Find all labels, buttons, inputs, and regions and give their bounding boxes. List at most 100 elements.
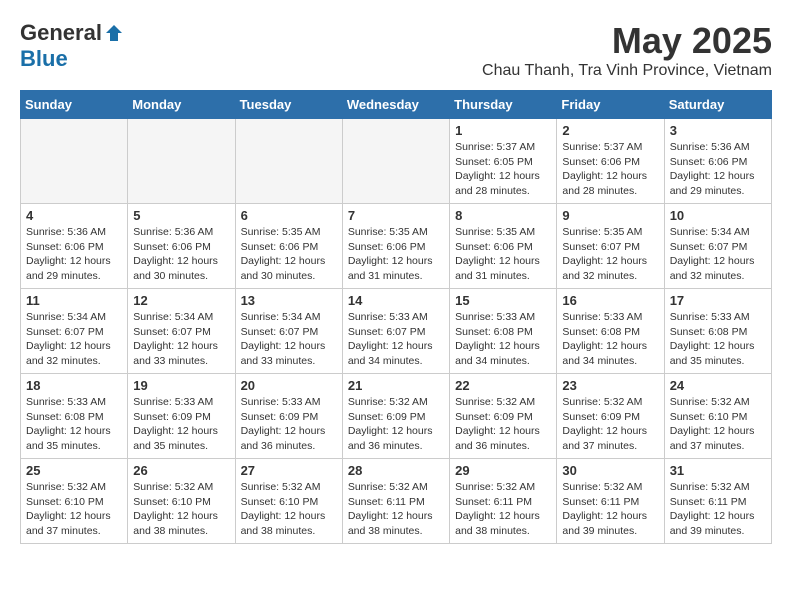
day-info: Sunrise: 5:32 AM Sunset: 6:09 PM Dayligh… bbox=[562, 395, 658, 454]
day-cell-5: 5 Sunrise: 5:36 AM Sunset: 6:06 PM Daylig… bbox=[128, 204, 235, 289]
day-info: Sunrise: 5:35 AM Sunset: 6:06 PM Dayligh… bbox=[348, 225, 444, 284]
day-cell-31: 31 Sunrise: 5:32 AM Sunset: 6:11 PM Dayli… bbox=[664, 459, 771, 544]
day-cell-17: 17 Sunrise: 5:33 AM Sunset: 6:08 PM Dayli… bbox=[664, 289, 771, 374]
day-info: Sunrise: 5:36 AM Sunset: 6:06 PM Dayligh… bbox=[133, 225, 229, 284]
day-number: 2 bbox=[562, 123, 658, 138]
day-cell-9: 9Sunrise: 5:35 AM Sunset: 6:07 PM Daylig… bbox=[557, 204, 664, 289]
day-number: 7 bbox=[348, 208, 444, 223]
week-row-1: 1 Sunrise: 5:37 AM Sunset: 6:05 PM Daylig… bbox=[21, 119, 772, 204]
day-info: Sunrise: 5:32 AM Sunset: 6:10 PM Dayligh… bbox=[133, 480, 229, 539]
day-info: Sunrise: 5:33 AM Sunset: 6:08 PM Dayligh… bbox=[670, 310, 766, 369]
week-row-5: 25 Sunrise: 5:32 AM Sunset: 6:10 PM Dayli… bbox=[21, 459, 772, 544]
page-header: General Blue May 2025 Chau Thanh, Tra Vi… bbox=[20, 20, 772, 80]
logo-blue-text: Blue bbox=[20, 46, 68, 72]
day-cell-18: 18Sunrise: 5:33 AM Sunset: 6:08 PM Dayli… bbox=[21, 374, 128, 459]
day-cell-13: 13 Sunrise: 5:34 AM Sunset: 6:07 PM Dayli… bbox=[235, 289, 342, 374]
day-info: Sunrise: 5:32 AM Sunset: 6:11 PM Dayligh… bbox=[562, 480, 658, 539]
empty-cell bbox=[235, 119, 342, 204]
day-info: Sunrise: 5:32 AM Sunset: 6:10 PM Dayligh… bbox=[241, 480, 337, 539]
header-saturday: Saturday bbox=[664, 91, 771, 119]
header-wednesday: Wednesday bbox=[342, 91, 449, 119]
day-number: 26 bbox=[133, 463, 229, 478]
day-info: Sunrise: 5:36 AM Sunset: 6:06 PM Dayligh… bbox=[26, 225, 122, 284]
day-info: Sunrise: 5:32 AM Sunset: 6:09 PM Dayligh… bbox=[348, 395, 444, 454]
day-number: 20 bbox=[241, 378, 337, 393]
day-cell-1: 1 Sunrise: 5:37 AM Sunset: 6:05 PM Daylig… bbox=[450, 119, 557, 204]
day-cell-14: 14Sunrise: 5:33 AM Sunset: 6:07 PM Dayli… bbox=[342, 289, 449, 374]
day-cell-22: 22 Sunrise: 5:32 AM Sunset: 6:09 PM Dayli… bbox=[450, 374, 557, 459]
day-number: 17 bbox=[670, 293, 766, 308]
day-cell-7: 7 Sunrise: 5:35 AM Sunset: 6:06 PM Daylig… bbox=[342, 204, 449, 289]
day-number: 29 bbox=[455, 463, 551, 478]
day-number: 23 bbox=[562, 378, 658, 393]
day-cell-23: 23 Sunrise: 5:32 AM Sunset: 6:09 PM Dayli… bbox=[557, 374, 664, 459]
day-number: 22 bbox=[455, 378, 551, 393]
day-info: Sunrise: 5:36 AM Sunset: 6:06 PM Dayligh… bbox=[670, 140, 766, 199]
day-cell-6: 6 Sunrise: 5:35 AM Sunset: 6:06 PM Daylig… bbox=[235, 204, 342, 289]
day-number: 15 bbox=[455, 293, 551, 308]
day-cell-24: 24Sunrise: 5:32 AM Sunset: 6:10 PM Dayli… bbox=[664, 374, 771, 459]
week-row-2: 4 Sunrise: 5:36 AM Sunset: 6:06 PM Daylig… bbox=[21, 204, 772, 289]
day-info: Sunrise: 5:34 AM Sunset: 6:07 PM Dayligh… bbox=[26, 310, 122, 369]
empty-cell bbox=[342, 119, 449, 204]
day-info: Sunrise: 5:34 AM Sunset: 6:07 PM Dayligh… bbox=[670, 225, 766, 284]
day-cell-15: 15Sunrise: 5:33 AM Sunset: 6:08 PM Dayli… bbox=[450, 289, 557, 374]
day-number: 25 bbox=[26, 463, 122, 478]
day-number: 31 bbox=[670, 463, 766, 478]
day-number: 12 bbox=[133, 293, 229, 308]
day-cell-27: 27Sunrise: 5:32 AM Sunset: 6:10 PM Dayli… bbox=[235, 459, 342, 544]
day-cell-3: 3 Sunrise: 5:36 AM Sunset: 6:06 PM Daylig… bbox=[664, 119, 771, 204]
day-info: Sunrise: 5:33 AM Sunset: 6:09 PM Dayligh… bbox=[133, 395, 229, 454]
day-number: 1 bbox=[455, 123, 551, 138]
day-cell-8: 8Sunrise: 5:35 AM Sunset: 6:06 PM Daylig… bbox=[450, 204, 557, 289]
location-title: Chau Thanh, Tra Vinh Province, Vietnam bbox=[482, 62, 772, 80]
day-number: 24 bbox=[670, 378, 766, 393]
day-number: 30 bbox=[562, 463, 658, 478]
day-info: Sunrise: 5:32 AM Sunset: 6:09 PM Dayligh… bbox=[455, 395, 551, 454]
logo: General Blue bbox=[20, 20, 124, 72]
day-cell-28: 28 Sunrise: 5:32 AM Sunset: 6:11 PM Dayli… bbox=[342, 459, 449, 544]
day-number: 11 bbox=[26, 293, 122, 308]
day-info: Sunrise: 5:37 AM Sunset: 6:05 PM Dayligh… bbox=[455, 140, 551, 199]
day-cell-20: 20Sunrise: 5:33 AM Sunset: 6:09 PM Dayli… bbox=[235, 374, 342, 459]
logo-icon bbox=[104, 23, 124, 43]
day-cell-29: 29 Sunrise: 5:32 AM Sunset: 6:11 PM Dayli… bbox=[450, 459, 557, 544]
day-number: 6 bbox=[241, 208, 337, 223]
header-sunday: Sunday bbox=[21, 91, 128, 119]
day-number: 3 bbox=[670, 123, 766, 138]
calendar-header-row: SundayMondayTuesdayWednesdayThursdayFrid… bbox=[21, 91, 772, 119]
day-cell-10: 10Sunrise: 5:34 AM Sunset: 6:07 PM Dayli… bbox=[664, 204, 771, 289]
day-info: Sunrise: 5:32 AM Sunset: 6:11 PM Dayligh… bbox=[455, 480, 551, 539]
day-info: Sunrise: 5:35 AM Sunset: 6:06 PM Dayligh… bbox=[241, 225, 337, 284]
day-cell-25: 25 Sunrise: 5:32 AM Sunset: 6:10 PM Dayli… bbox=[21, 459, 128, 544]
day-cell-4: 4 Sunrise: 5:36 AM Sunset: 6:06 PM Daylig… bbox=[21, 204, 128, 289]
day-number: 9 bbox=[562, 208, 658, 223]
day-info: Sunrise: 5:33 AM Sunset: 6:07 PM Dayligh… bbox=[348, 310, 444, 369]
day-number: 16 bbox=[562, 293, 658, 308]
week-row-4: 18Sunrise: 5:33 AM Sunset: 6:08 PM Dayli… bbox=[21, 374, 772, 459]
header-monday: Monday bbox=[128, 91, 235, 119]
logo-general-text: General bbox=[20, 20, 102, 46]
day-number: 4 bbox=[26, 208, 122, 223]
day-info: Sunrise: 5:32 AM Sunset: 6:11 PM Dayligh… bbox=[670, 480, 766, 539]
title-section: May 2025 Chau Thanh, Tra Vinh Province, … bbox=[482, 20, 772, 80]
day-info: Sunrise: 5:32 AM Sunset: 6:11 PM Dayligh… bbox=[348, 480, 444, 539]
week-row-3: 11 Sunrise: 5:34 AM Sunset: 6:07 PM Dayli… bbox=[21, 289, 772, 374]
day-info: Sunrise: 5:32 AM Sunset: 6:10 PM Dayligh… bbox=[26, 480, 122, 539]
day-info: Sunrise: 5:35 AM Sunset: 6:06 PM Dayligh… bbox=[455, 225, 551, 284]
day-number: 5 bbox=[133, 208, 229, 223]
empty-cell bbox=[21, 119, 128, 204]
calendar-table: SundayMondayTuesdayWednesdayThursdayFrid… bbox=[20, 90, 772, 544]
day-info: Sunrise: 5:33 AM Sunset: 6:08 PM Dayligh… bbox=[26, 395, 122, 454]
day-cell-2: 2 Sunrise: 5:37 AM Sunset: 6:06 PM Daylig… bbox=[557, 119, 664, 204]
header-friday: Friday bbox=[557, 91, 664, 119]
day-number: 28 bbox=[348, 463, 444, 478]
month-title: May 2025 bbox=[482, 20, 772, 62]
day-cell-26: 26 Sunrise: 5:32 AM Sunset: 6:10 PM Dayli… bbox=[128, 459, 235, 544]
day-info: Sunrise: 5:37 AM Sunset: 6:06 PM Dayligh… bbox=[562, 140, 658, 199]
day-info: Sunrise: 5:34 AM Sunset: 6:07 PM Dayligh… bbox=[241, 310, 337, 369]
day-number: 13 bbox=[241, 293, 337, 308]
header-thursday: Thursday bbox=[450, 91, 557, 119]
day-cell-19: 19 Sunrise: 5:33 AM Sunset: 6:09 PM Dayli… bbox=[128, 374, 235, 459]
day-number: 19 bbox=[133, 378, 229, 393]
